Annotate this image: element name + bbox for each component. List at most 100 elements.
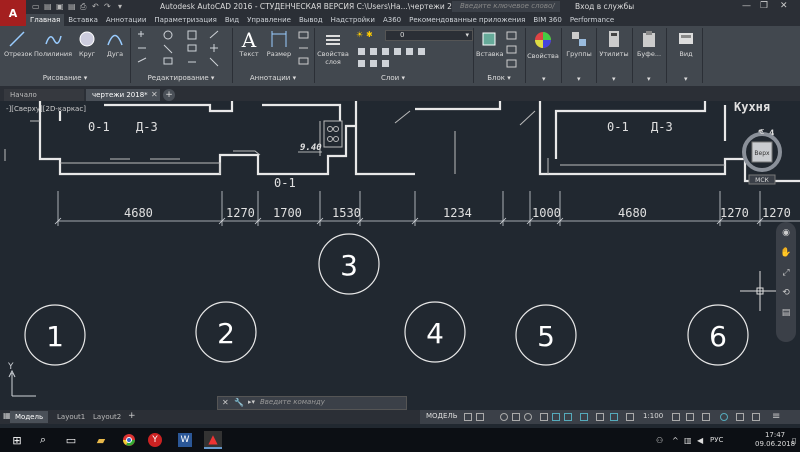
isolate-icon[interactable] [720, 413, 728, 421]
customization-icon[interactable]: ≡ [772, 411, 780, 422]
ortho-icon[interactable] [512, 413, 520, 421]
utilities-dropdown-icon[interactable]: ▾ [612, 75, 616, 83]
selection-cycling-icon[interactable] [610, 413, 618, 421]
steering-wheel-icon[interactable]: ◉ [780, 228, 792, 240]
dimension-tool[interactable]: Размер [264, 30, 294, 58]
search-icon[interactable]: ⌕ [34, 431, 52, 449]
saveas-icon[interactable]: ▤ [68, 2, 76, 11]
viewport-controls[interactable]: -][Сверху][2D-каркас] [6, 105, 86, 113]
tab-layout1[interactable]: Layout1 [52, 411, 90, 423]
clipboard-dropdown-icon[interactable]: ▾ [647, 75, 651, 83]
minimize-button[interactable]: — [742, 1, 751, 11]
transparency-icon[interactable] [596, 413, 604, 421]
word-icon[interactable]: W [178, 433, 192, 447]
ribbon-tab[interactable]: Вставка [64, 14, 102, 26]
save-icon[interactable]: ▣ [56, 2, 64, 11]
drawing-canvas[interactable]: 0-1 Д-3 0-1 Д-3 Кухня 9.4 9.40 0-1 4680 … [0, 101, 800, 411]
gear-icon[interactable] [672, 413, 680, 421]
bulb-icon[interactable]: ☀ [356, 30, 363, 39]
groups-dropdown-icon[interactable]: ▾ [577, 75, 581, 83]
showmotion-icon[interactable]: ▤ [780, 308, 792, 320]
qat-dropdown-icon[interactable]: ▾ [118, 2, 122, 11]
ribbon-tab[interactable]: Надстройки [327, 14, 379, 26]
circle-tool[interactable]: Круг [76, 30, 98, 58]
chrome-icon[interactable] [120, 431, 138, 449]
notifications-icon[interactable]: ▯ [792, 436, 796, 445]
clock[interactable]: 17:47 09.06.2018 [755, 431, 795, 449]
grid-icon[interactable] [464, 413, 472, 421]
line-tool[interactable]: Отрезок [4, 30, 32, 58]
text-tool[interactable]: A Текст [238, 30, 260, 58]
properties-tool[interactable]: Свойства [527, 30, 559, 60]
insert-tool[interactable]: Вставка [476, 30, 504, 58]
command-prompt-icon[interactable]: ▸▾ [248, 398, 255, 406]
panel-annotations-title[interactable]: Аннотации ▾ [233, 73, 313, 83]
layer-select[interactable]: 0 ▾ [385, 30, 473, 41]
tab-drawing[interactable]: чертежи 2018* [86, 89, 160, 101]
properties-dropdown-icon[interactable]: ▾ [542, 75, 546, 83]
polyline-tool[interactable]: Полилиния [34, 30, 72, 58]
orbit-icon[interactable]: ⟲ [780, 288, 792, 300]
close-tab-icon[interactable]: ✕ [151, 90, 158, 99]
file-explorer-icon[interactable]: ▰ [92, 431, 110, 449]
close-icon[interactable]: ✕ [222, 398, 229, 407]
language-indicator[interactable]: РУС [710, 436, 723, 444]
ribbon-tab[interactable]: BIM 360 [529, 14, 566, 26]
ribbon-tab[interactable]: Аннотации [102, 14, 150, 26]
panel-layers-title[interactable]: Слои ▾ [315, 73, 471, 83]
search-input[interactable]: Введите ключевое слово/фразу [452, 1, 560, 21]
dynamic-input-icon[interactable] [500, 413, 508, 421]
ribbon-tab[interactable]: Параметризация [150, 14, 220, 26]
open-icon[interactable]: ▤ [44, 2, 52, 11]
network-icon[interactable]: ▥ [684, 436, 692, 445]
osnap-icon[interactable] [564, 413, 572, 421]
ribbon-tab[interactable]: A360 [379, 14, 405, 26]
clean-screen-icon[interactable] [752, 413, 760, 421]
annotation-visibility-icon[interactable] [626, 413, 634, 421]
tab-start[interactable]: Начало [4, 89, 84, 101]
isodraft-icon[interactable] [540, 413, 548, 421]
command-line[interactable]: ✕ 🔧 ▸▾ Введите команду [217, 396, 407, 410]
annotation-small-icons[interactable] [298, 30, 310, 70]
layer-properties-tool[interactable]: Свойства слоя [316, 30, 350, 66]
clipboard-tool[interactable]: Буфе... [634, 30, 664, 58]
arc-tool[interactable]: Дуга [104, 30, 126, 58]
zoom-extents-icon[interactable]: ⤢ [780, 268, 792, 280]
osnap-tracking-icon[interactable] [552, 413, 560, 421]
view-dropdown-icon[interactable]: ▾ [684, 75, 688, 83]
lineweight-icon[interactable] [580, 413, 588, 421]
ribbon-tab[interactable]: Управление [243, 14, 295, 26]
panel-modify-title[interactable]: Редактирование ▾ [131, 73, 231, 83]
app-menu-button[interactable]: A [0, 0, 26, 26]
viewcube[interactable]: Верх С МСК [738, 128, 798, 188]
modify-tools-icons[interactable] [134, 30, 230, 70]
print-icon[interactable]: ⎙ [80, 2, 86, 12]
annotation-scale[interactable]: 1:100 [643, 412, 663, 420]
view-tool[interactable]: Вид [672, 30, 700, 58]
layer-tools-icons[interactable] [356, 46, 466, 70]
ribbon-tab[interactable]: Вид [221, 14, 243, 26]
new-icon[interactable]: ▭ [32, 2, 40, 11]
snap-icon[interactable] [476, 413, 484, 421]
new-tab-button[interactable]: + [163, 89, 175, 101]
pan-icon[interactable]: ✋ [780, 248, 792, 260]
yandex-browser-icon[interactable]: Y [148, 433, 162, 447]
sun-icon[interactable]: ✱ [366, 30, 373, 39]
polar-icon[interactable] [524, 413, 532, 421]
restore-button[interactable]: ❐ [760, 1, 768, 11]
windows-start-icon[interactable]: ⊞ [8, 431, 26, 449]
wrench-icon[interactable]: 🔧 [234, 398, 244, 407]
ribbon-tab[interactable]: Вывод [295, 14, 327, 26]
hardware-acceleration-icon[interactable] [736, 413, 744, 421]
model-space-button[interactable]: МОДЕЛЬ [426, 412, 458, 420]
ribbon-tab[interactable]: Главная [26, 14, 65, 26]
utilities-tool[interactable]: Утилиты [598, 30, 630, 58]
undo-icon[interactable]: ↶ [92, 2, 99, 11]
signin-button[interactable]: Вход в службы [575, 2, 634, 11]
redo-icon[interactable]: ↷ [104, 2, 111, 11]
people-icon[interactable]: ⚇ [656, 436, 663, 445]
autocad-taskbar-icon[interactable]: ▲ [204, 431, 222, 449]
workspace-icon[interactable] [702, 413, 710, 421]
panel-draw-title[interactable]: Рисование ▾ [0, 73, 130, 83]
panel-block-title[interactable]: Блок ▾ [474, 73, 524, 83]
